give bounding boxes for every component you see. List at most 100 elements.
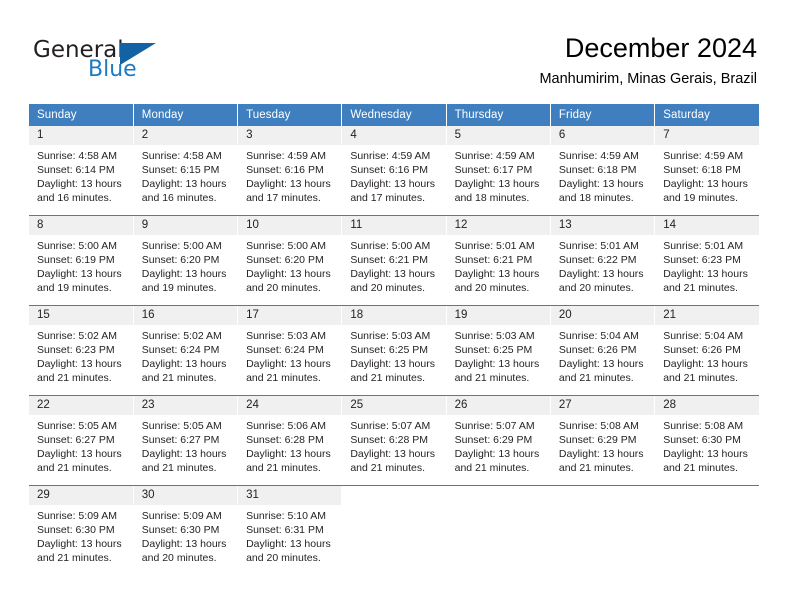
day-number: 14 [655, 216, 759, 235]
daylight-text-line2: and 21 minutes. [558, 372, 634, 384]
day-details: Sunrise: 5:00 AM Sunset: 6:20 PM Daylight:… [134, 235, 237, 295]
day-cell[interactable]: 26 Sunrise: 5:07 AM Sunset: 6:29 PM Dayligh… [446, 395, 551, 486]
daylight-text-line2: and 21 minutes. [141, 462, 217, 474]
sunset-text: Sunset: 6:26 PM [558, 344, 637, 356]
day-cell[interactable]: 18 Sunrise: 5:03 AM Sunset: 6:25 PM Dayligh… [341, 305, 447, 396]
day-cell[interactable]: 10 Sunrise: 5:00 AM Sunset: 6:20 PM Dayligh… [237, 215, 343, 306]
daylight-text-line1: Daylight: 13 hours [454, 448, 540, 460]
day-cell[interactable]: 17 Sunrise: 5:03 AM Sunset: 6:24 PM Dayligh… [237, 305, 343, 396]
day-number: 6 [550, 126, 655, 145]
day-details: Sunrise: 4:58 AM Sunset: 6:15 PM Daylight:… [134, 145, 237, 205]
day-details: Sunrise: 5:03 AM Sunset: 6:25 PM Daylight:… [447, 325, 550, 385]
day-cell[interactable]: 11 Sunrise: 5:00 AM Sunset: 6:21 PM Dayligh… [341, 215, 447, 306]
day-cell[interactable]: 3 Sunrise: 4:59 AM Sunset: 6:16 PM Daylight… [237, 126, 343, 216]
day-details: Sunrise: 5:04 AM Sunset: 6:26 PM Daylight:… [655, 325, 759, 385]
day-details: Sunrise: 5:05 AM Sunset: 6:27 PM Daylight:… [134, 415, 237, 475]
daylight-text-line2: and 18 minutes. [454, 192, 530, 204]
day-details: Sunrise: 4:59 AM Sunset: 6:17 PM Daylight:… [447, 145, 550, 205]
day-cell[interactable]: 4 Sunrise: 4:59 AM Sunset: 6:16 PM Daylight… [341, 126, 447, 216]
daylight-text-line1: Daylight: 13 hours [558, 448, 644, 460]
calendar-week-row: 15 Sunrise: 5:02 AM Sunset: 6:23 PM Dayligh… [29, 305, 759, 396]
day-cell[interactable]: 13 Sunrise: 5:01 AM Sunset: 6:22 PM Dayligh… [550, 215, 656, 306]
day-cell[interactable]: 20 Sunrise: 5:04 AM Sunset: 6:26 PM Dayligh… [550, 305, 656, 396]
day-cell[interactable]: 2 Sunrise: 4:58 AM Sunset: 6:15 PM Daylight… [133, 126, 239, 216]
daylight-text-line1: Daylight: 13 hours [141, 178, 227, 190]
day-number: 5 [446, 126, 550, 145]
sunrise-text: Sunrise: 5:03 AM [246, 330, 327, 342]
daylight-text-line1: Daylight: 13 hours [350, 448, 435, 460]
sunrise-text: Sunrise: 4:59 AM [246, 150, 327, 162]
day-cell[interactable]: 6 Sunrise: 4:59 AM Sunset: 6:18 PM Daylight… [550, 126, 656, 216]
calendar-header-row: Sunday Monday Tuesday Wednesday Thursday… [29, 104, 759, 126]
day-cell[interactable]: 28 Sunrise: 5:08 AM Sunset: 6:30 PM Dayligh… [654, 395, 759, 486]
day-cell[interactable]: 9 Sunrise: 5:00 AM Sunset: 6:20 PM Daylight… [133, 215, 239, 306]
day-details: Sunrise: 4:59 AM Sunset: 6:18 PM Daylight:… [551, 145, 654, 205]
day-cell[interactable]: 16 Sunrise: 5:02 AM Sunset: 6:24 PM Dayligh… [133, 305, 239, 396]
sunrise-sunset-calendar: Sunday Monday Tuesday Wednesday Thursday… [29, 104, 759, 575]
day-number: 11 [342, 216, 446, 235]
daylight-text-line2: and 21 minutes. [663, 282, 738, 294]
day-details [342, 505, 445, 509]
day-cell[interactable]: 8 Sunrise: 5:00 AM Sunset: 6:19 PM Daylight… [29, 215, 134, 306]
day-cell[interactable]: 21 Sunrise: 5:04 AM Sunset: 6:26 PM Dayligh… [654, 305, 759, 396]
daylight-text-line2: and 16 minutes. [37, 192, 112, 204]
day-cell[interactable]: 14 Sunrise: 5:01 AM Sunset: 6:23 PM Dayligh… [654, 215, 759, 306]
daylight-text-line2: and 21 minutes. [37, 372, 112, 384]
day-cell[interactable]: 22 Sunrise: 5:05 AM Sunset: 6:27 PM Dayligh… [29, 395, 134, 486]
daylight-text-line1: Daylight: 13 hours [37, 268, 122, 280]
day-cell[interactable]: 19 Sunrise: 5:03 AM Sunset: 6:25 PM Dayligh… [446, 305, 551, 396]
daylight-text-line2: and 20 minutes. [454, 282, 530, 294]
day-cell[interactable]: 27 Sunrise: 5:08 AM Sunset: 6:29 PM Dayligh… [550, 395, 656, 486]
daylight-text-line2: and 21 minutes. [246, 372, 321, 384]
day-number: 25 [342, 396, 446, 415]
day-details: Sunrise: 5:01 AM Sunset: 6:23 PM Daylight:… [655, 235, 759, 295]
daylight-text-line2: and 19 minutes. [663, 192, 738, 204]
daylight-text-line1: Daylight: 13 hours [37, 358, 122, 370]
day-cell[interactable]: 24 Sunrise: 5:06 AM Sunset: 6:28 PM Dayligh… [237, 395, 343, 486]
sunset-text: Sunset: 6:30 PM [37, 524, 115, 536]
day-cell[interactable]: 30 Sunrise: 5:09 AM Sunset: 6:30 PM Dayligh… [133, 485, 239, 575]
day-cell[interactable]: 23 Sunrise: 5:05 AM Sunset: 6:27 PM Dayligh… [133, 395, 239, 486]
sunrise-text: Sunrise: 5:07 AM [454, 420, 535, 432]
day-cell-empty [341, 485, 447, 575]
day-cell[interactable]: 31 Sunrise: 5:10 AM Sunset: 6:31 PM Dayligh… [237, 485, 343, 575]
day-details: Sunrise: 5:00 AM Sunset: 6:20 PM Daylight:… [238, 235, 341, 295]
daylight-text-line2: and 20 minutes. [350, 282, 426, 294]
sunrise-text: Sunrise: 5:08 AM [558, 420, 639, 432]
sunrise-text: Sunrise: 5:06 AM [246, 420, 327, 432]
day-number: 10 [238, 216, 342, 235]
day-number: 22 [29, 396, 133, 415]
day-details: Sunrise: 5:09 AM Sunset: 6:30 PM Daylight:… [134, 505, 237, 565]
sunset-text: Sunset: 6:30 PM [141, 524, 220, 536]
daylight-text-line2: and 21 minutes. [350, 462, 426, 474]
day-cell[interactable]: 5 Sunrise: 4:59 AM Sunset: 6:17 PM Daylight… [446, 126, 551, 216]
day-number: 28 [655, 396, 759, 415]
day-cell[interactable]: 1 Sunrise: 4:58 AM Sunset: 6:14 PM Daylight… [29, 126, 134, 216]
daylight-text-line2: and 21 minutes. [454, 462, 530, 474]
weekday-header-saturday: Saturday [654, 104, 759, 126]
day-number: 27 [550, 396, 655, 415]
day-cell[interactable]: 29 Sunrise: 5:09 AM Sunset: 6:30 PM Dayligh… [29, 485, 134, 575]
day-number: 4 [342, 126, 446, 145]
sunrise-text: Sunrise: 4:59 AM [454, 150, 535, 162]
day-number [655, 486, 759, 505]
day-cell[interactable]: 12 Sunrise: 5:01 AM Sunset: 6:21 PM Dayligh… [446, 215, 551, 306]
daylight-text-line2: and 19 minutes. [37, 282, 112, 294]
day-number: 24 [238, 396, 342, 415]
daylight-text-line2: and 21 minutes. [558, 462, 634, 474]
day-details: Sunrise: 5:01 AM Sunset: 6:21 PM Daylight:… [447, 235, 550, 295]
day-number: 13 [550, 216, 655, 235]
day-details: Sunrise: 5:03 AM Sunset: 6:24 PM Daylight:… [238, 325, 341, 385]
day-cell[interactable]: 15 Sunrise: 5:02 AM Sunset: 6:23 PM Dayligh… [29, 305, 134, 396]
day-cell[interactable]: 7 Sunrise: 4:59 AM Sunset: 6:18 PM Daylight… [654, 126, 759, 216]
daylight-text-line1: Daylight: 13 hours [246, 448, 331, 460]
day-number: 7 [655, 126, 759, 145]
sunrise-text: Sunrise: 5:00 AM [141, 240, 222, 252]
day-cell[interactable]: 25 Sunrise: 5:07 AM Sunset: 6:28 PM Dayligh… [341, 395, 447, 486]
day-number [550, 486, 655, 505]
daylight-text-line1: Daylight: 13 hours [141, 358, 227, 370]
page-header: General Blue December 2024 Manhumirim, M… [0, 0, 792, 100]
daylight-text-line2: and 17 minutes. [350, 192, 426, 204]
sunset-text: Sunset: 6:25 PM [454, 344, 533, 356]
day-details [551, 505, 654, 509]
